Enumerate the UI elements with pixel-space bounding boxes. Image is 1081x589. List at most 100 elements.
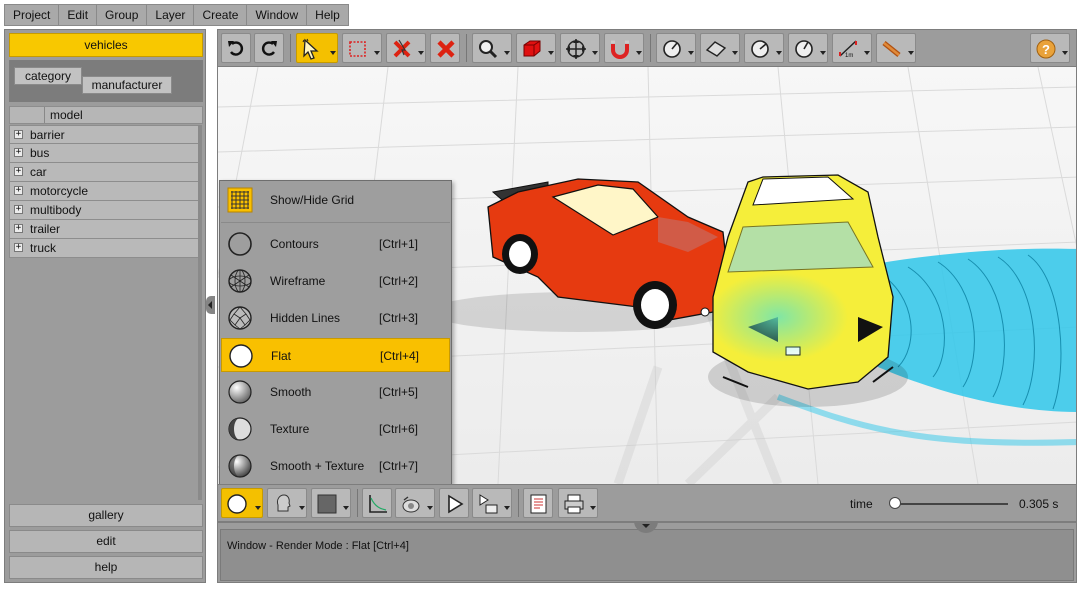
menu-edit[interactable]: Edit — [59, 4, 98, 26]
redo-button[interactable] — [254, 33, 284, 63]
menu-item-contours[interactable]: Contours [Ctrl+1] — [221, 227, 450, 261]
collapse-panel-handle[interactable] — [206, 296, 215, 314]
delete-icon — [437, 40, 455, 58]
selection-box-button[interactable] — [342, 33, 382, 63]
time-slider-handle[interactable] — [889, 497, 901, 509]
contours-icon — [228, 232, 252, 256]
menu-item-smooth[interactable]: Smooth [Ctrl+5] — [221, 375, 450, 409]
tape-measure-button[interactable] — [876, 33, 916, 63]
expand-icon[interactable]: + — [14, 224, 23, 233]
measure-plane-button[interactable] — [700, 33, 740, 63]
tree-scrollbar[interactable] — [198, 125, 202, 500]
expand-icon[interactable]: + — [14, 130, 23, 139]
expand-icon[interactable]: + — [14, 243, 23, 252]
box-icon — [523, 40, 541, 57]
magnet-button[interactable] — [604, 33, 644, 63]
measure-radius-button[interactable] — [788, 33, 828, 63]
undo-button[interactable] — [221, 33, 251, 63]
menu-project[interactable]: Project — [4, 4, 60, 26]
menu-create[interactable]: Create — [194, 4, 248, 26]
render-mode-button[interactable] — [221, 488, 263, 518]
tree-item-multibody[interactable]: + multibody — [9, 201, 199, 220]
gallery-button[interactable]: gallery — [9, 504, 203, 527]
menu-item-wireframe[interactable]: Wireframe [Ctrl+2] — [221, 264, 450, 298]
menu-item-label: Flat — [271, 349, 292, 363]
camera-button[interactable] — [395, 488, 435, 518]
delete-selection-button[interactable] — [386, 33, 426, 63]
menu-item-shortcut: [Ctrl+5] — [379, 385, 419, 399]
menu-window[interactable]: Window — [247, 4, 308, 26]
menu-bar: Project Edit Group Layer Create Window H… — [4, 4, 349, 26]
tab-manufacturer[interactable]: manufacturer — [82, 76, 172, 94]
report-button[interactable] — [523, 488, 553, 518]
measure-point-icon — [663, 40, 681, 58]
measure-radius-icon — [795, 40, 813, 58]
svg-text:1m: 1m — [845, 53, 853, 59]
play-list-icon — [479, 494, 498, 514]
scale-ruler-icon: 1m — [839, 40, 857, 59]
measure-angle-button[interactable] — [744, 33, 784, 63]
bottom-toolbar: time 0.305 s — [217, 484, 1077, 522]
zoom-button[interactable] — [472, 33, 512, 63]
tree-item-label: multibody — [30, 203, 82, 217]
zoom-icon — [479, 40, 498, 59]
flat-icon — [229, 344, 253, 368]
play-options-button[interactable] — [472, 488, 512, 518]
head-view-button[interactable] — [267, 488, 307, 518]
move-button[interactable] — [560, 33, 600, 63]
tree-item-motorcycle[interactable]: + motorcycle — [9, 182, 199, 201]
select-tool-button[interactable] — [296, 33, 338, 63]
measure-angle-icon — [751, 40, 769, 58]
tree-item-label: truck — [30, 241, 57, 255]
edit-button[interactable]: edit — [9, 530, 203, 553]
flat-icon — [227, 494, 247, 514]
grid-icon — [227, 187, 253, 213]
tree-header-label: model — [50, 108, 83, 122]
help-toolbar-button[interactable]: ? — [1030, 33, 1070, 63]
graph-button[interactable] — [362, 488, 392, 518]
time-slider-track[interactable] — [898, 503, 1008, 505]
tree-item-car[interactable]: + car — [9, 163, 199, 182]
delete-button[interactable] — [430, 33, 460, 63]
menu-layer[interactable]: Layer — [147, 4, 195, 26]
color-swatch-button[interactable] — [311, 488, 351, 518]
menu-group[interactable]: Group — [97, 4, 148, 26]
menu-item-flat[interactable]: Flat [Ctrl+4] — [221, 338, 450, 372]
printer-icon — [564, 494, 584, 514]
smooth-icon — [228, 380, 252, 404]
tab-category[interactable]: category — [14, 67, 82, 85]
menu-item-label: Texture — [270, 422, 310, 436]
vehicles-button[interactable]: vehicles — [9, 33, 203, 57]
expand-icon[interactable]: + — [14, 167, 23, 176]
menu-item-label: Contours — [270, 237, 319, 251]
expand-icon[interactable]: + — [14, 148, 23, 157]
tree-item-bus[interactable]: + bus — [9, 144, 199, 163]
scale-ruler-button[interactable]: 1m — [832, 33, 872, 63]
menu-item-label: Hidden Lines — [270, 311, 341, 325]
play-button[interactable] — [439, 488, 469, 518]
menu-item-label: Smooth + Texture — [270, 459, 365, 473]
help-button[interactable]: help — [9, 556, 203, 579]
print-button[interactable] — [558, 488, 598, 518]
create-box-button[interactable] — [516, 33, 556, 63]
menu-item-texture[interactable]: Texture [Ctrl+6] — [221, 412, 450, 446]
tree-item-barrier[interactable]: + barrier — [9, 125, 199, 144]
tree-column-header[interactable]: model — [9, 106, 203, 124]
tree-item-truck[interactable]: + truck — [9, 239, 199, 258]
measure-point-button[interactable] — [656, 33, 696, 63]
status-text: Window - Render Mode : Flat [Ctrl+4] — [227, 540, 409, 552]
menu-item-hidden-lines[interactable]: Hidden Lines [Ctrl+3] — [221, 301, 450, 335]
hidden-lines-icon — [228, 306, 252, 330]
expand-icon[interactable]: + — [14, 205, 23, 214]
menu-item-smooth-texture[interactable]: Smooth + Texture [Ctrl+7] — [221, 449, 450, 483]
filter-tabs-area: category manufacturer — [9, 60, 203, 102]
menu-help[interactable]: Help — [307, 4, 349, 26]
expand-icon[interactable]: + — [14, 186, 23, 195]
play-icon — [448, 494, 464, 514]
menu-item-shortcut: [Ctrl+4] — [380, 349, 420, 363]
menu-item-shortcut: [Ctrl+1] — [379, 237, 419, 251]
tree-item-label: car — [30, 165, 47, 179]
menu-item-shortcut: [Ctrl+2] — [379, 274, 419, 288]
tree-item-trailer[interactable]: + trailer — [9, 220, 199, 239]
menu-item-show-hide-grid[interactable]: Show/Hide Grid — [221, 183, 450, 217]
